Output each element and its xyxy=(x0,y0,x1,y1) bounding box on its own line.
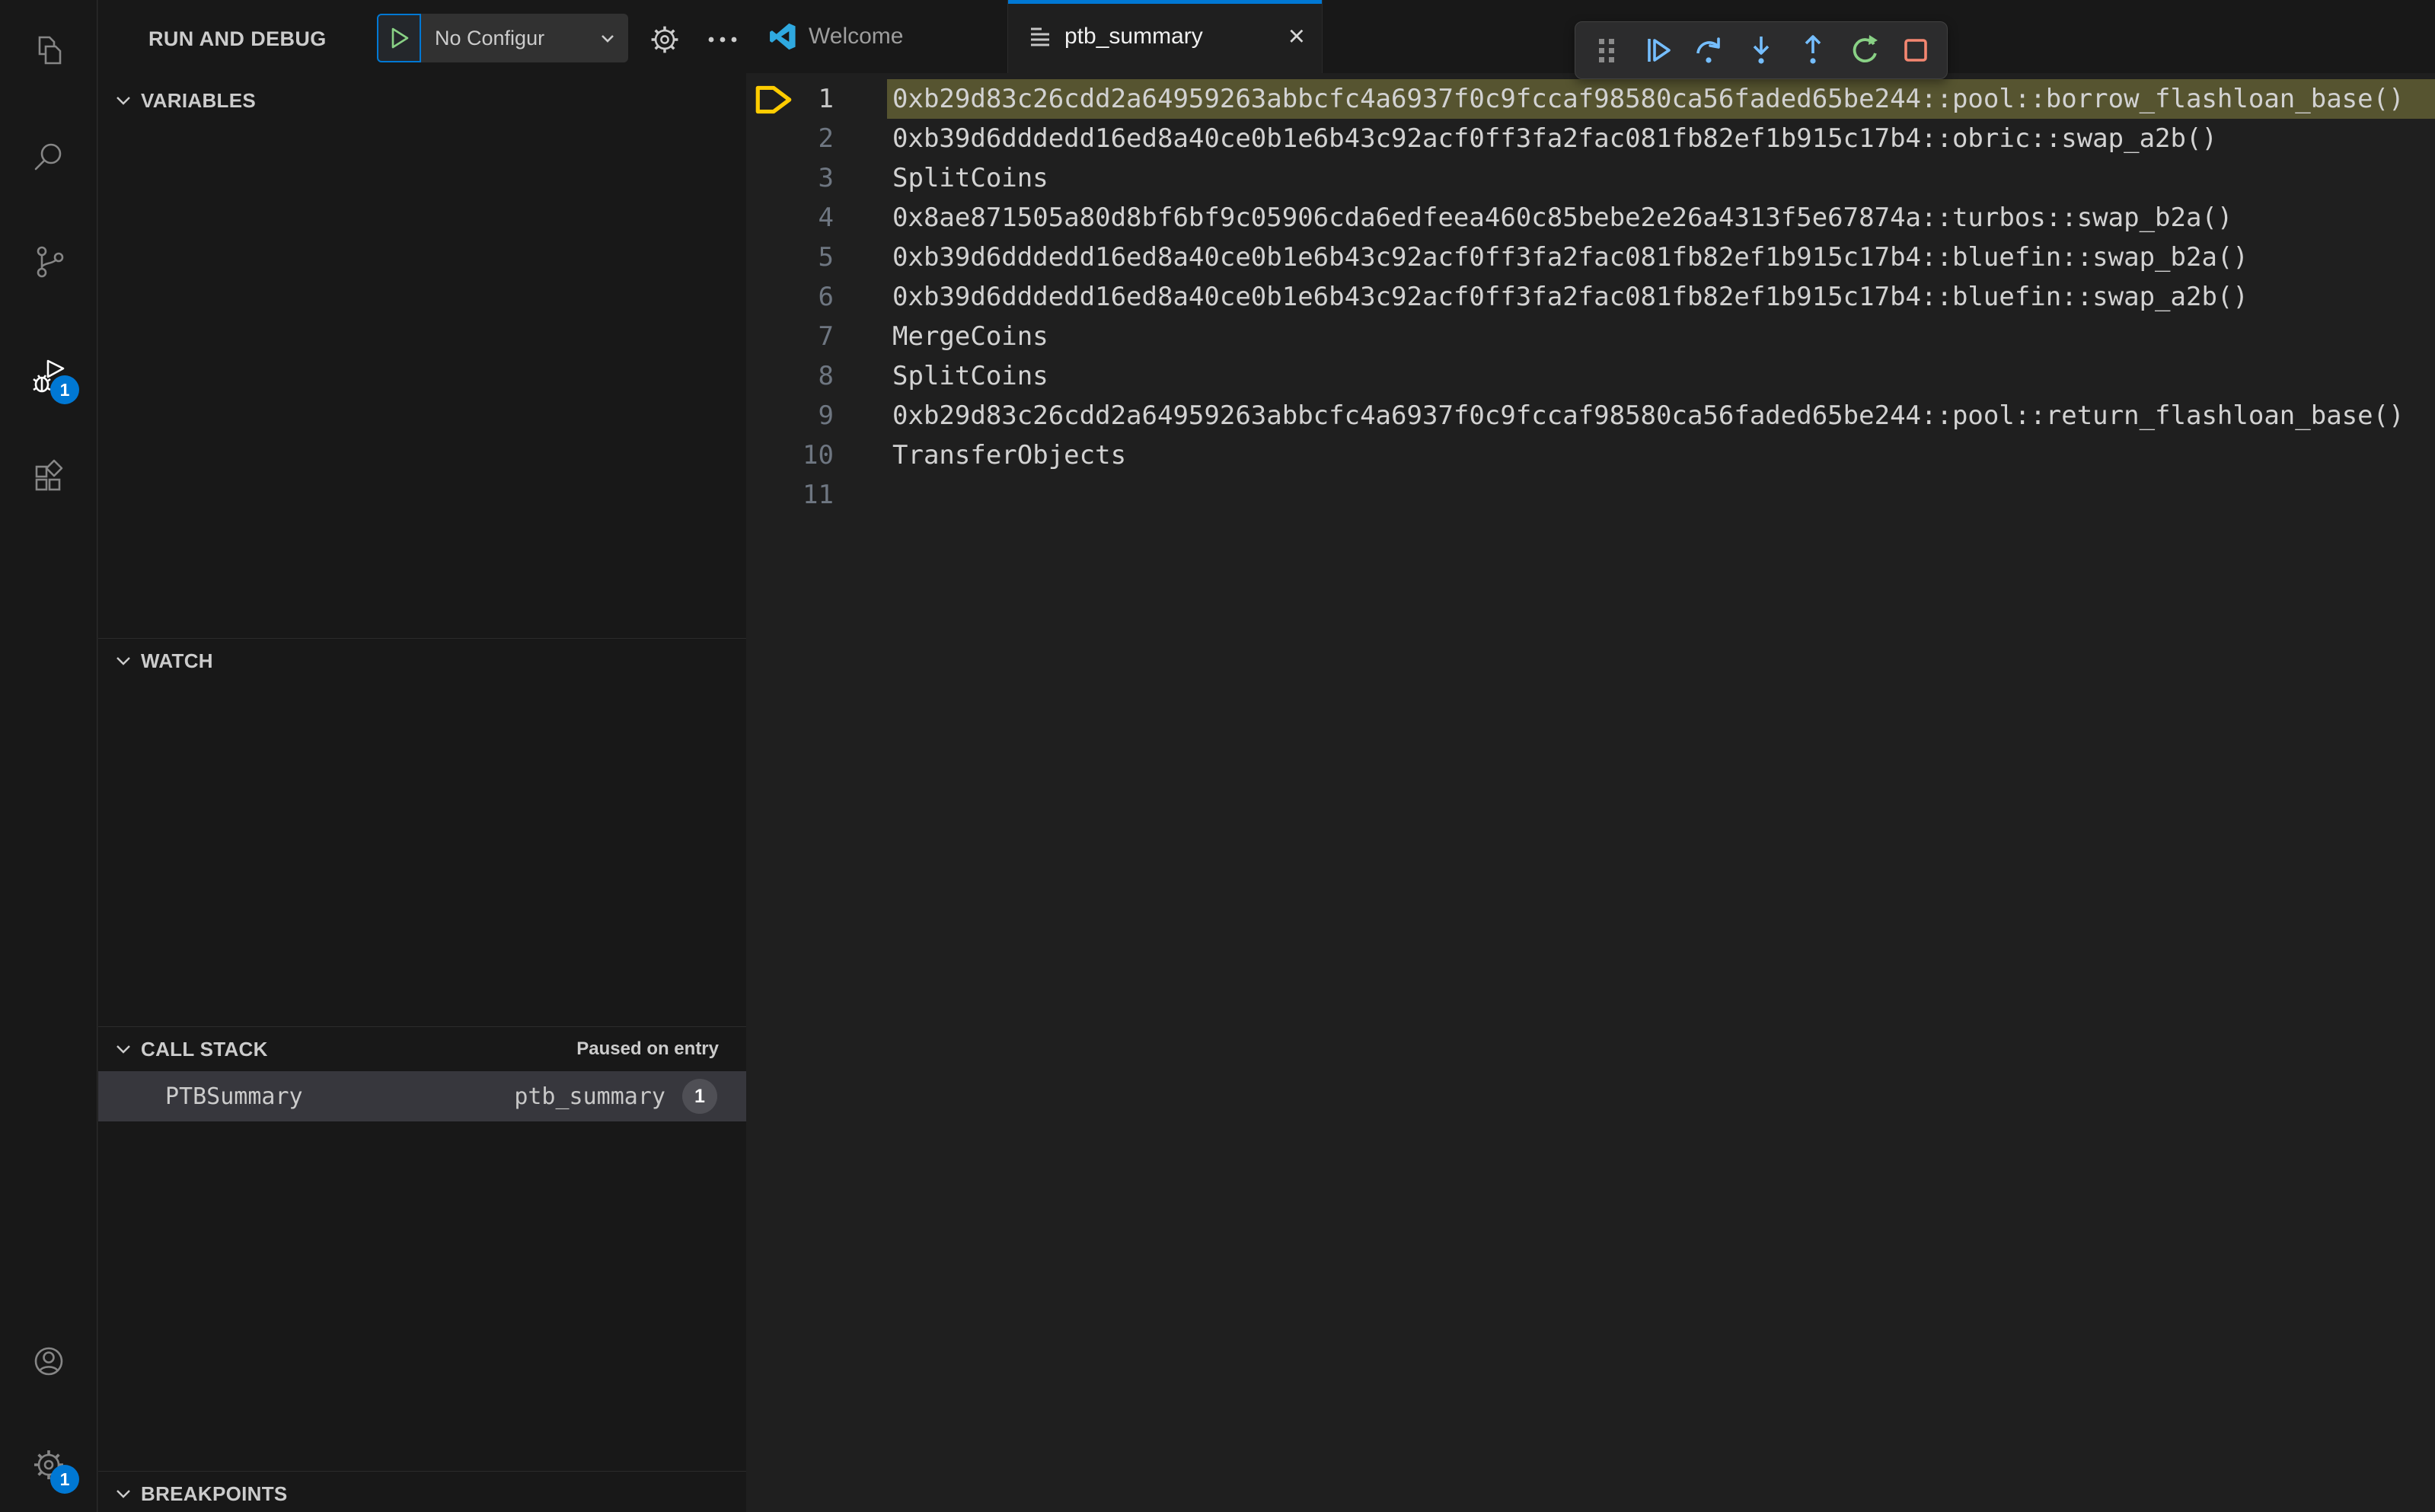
code-text: MergeCoins xyxy=(892,321,1048,352)
settings-gear-icon[interactable]: 1 xyxy=(27,1443,79,1494)
code-line-9[interactable]: 9 0xb29d83c26cdd2a64959263abbcfc4a6937f0c… xyxy=(746,396,2435,435)
code-line-8[interactable]: 8 SplitCoins xyxy=(746,356,2435,396)
line-number: 3 xyxy=(818,163,834,193)
line-number: 6 xyxy=(818,282,834,312)
code-editor[interactable]: 1 0xb29d83c26cdd2a64959263abbcfc4a6937f0c… xyxy=(746,73,2435,1512)
watch-section-label: WATCH xyxy=(141,649,213,672)
code-line-11[interactable]: 11 xyxy=(746,475,2435,515)
tab-welcome-label: Welcome xyxy=(809,24,904,49)
line-number: 8 xyxy=(818,361,834,391)
code-line-2[interactable]: 2 0xb39d6dddedd16ed8a40ce0b1e6b43c92acf0f… xyxy=(746,119,2435,158)
variables-section: VARIABLES xyxy=(98,78,746,123)
code-text: 0xb39d6dddedd16ed8a40ce0b1e6b43c92acf0ff… xyxy=(892,123,2217,154)
code-line-4[interactable]: 4 0x8ae871505a80d8bf6bf9c05906cda6edfeea4… xyxy=(746,198,2435,238)
code-text: 0xb39d6dddedd16ed8a40ce0b1e6b43c92acf0ff… xyxy=(892,242,2248,273)
stop-button[interactable] xyxy=(1895,29,1936,72)
tab-ptb-summary-label: ptb_summary xyxy=(1064,24,1203,49)
extensions-icon[interactable] xyxy=(27,455,70,498)
step-into-button[interactable] xyxy=(1741,29,1782,72)
vscode-logo-icon xyxy=(770,23,796,50)
sidebar-header: RUN AND DEBUG No Configur xyxy=(98,0,746,79)
code-line-6[interactable]: 6 0xb39d6dddedd16ed8a40ce0b1e6b43c92acf0f… xyxy=(746,277,2435,317)
debug-launch-group: No Configur xyxy=(377,14,628,62)
editor-group: Welcome ptb_summary × 1 0xb29d83c26cdd2a… xyxy=(746,0,2435,1512)
step-out-button[interactable] xyxy=(1792,29,1833,72)
more-actions-icon[interactable] xyxy=(706,29,739,50)
code-text: 0xb29d83c26cdd2a64959263abbcfc4a6937f0c9… xyxy=(892,400,2405,431)
variables-section-header[interactable]: VARIABLES xyxy=(98,78,746,123)
frame-source: ptb_summary xyxy=(514,1083,665,1110)
tab-welcome[interactable]: Welcome xyxy=(746,0,1008,73)
code-line-1[interactable]: 1 0xb29d83c26cdd2a64959263abbcfc4a6937f0c… xyxy=(746,79,2435,119)
line-number: 11 xyxy=(803,480,834,510)
line-number: 7 xyxy=(818,321,834,352)
watch-section: WATCH xyxy=(98,638,746,683)
call-stack-frame-row[interactable]: PTBSummary ptb_summary 1 xyxy=(98,1071,746,1121)
breakpoints-section-header[interactable]: BREAKPOINTS xyxy=(98,1472,746,1512)
call-stack-section-label: CALL STACK xyxy=(141,1037,268,1061)
debug-config-value: No Configur xyxy=(435,26,545,49)
sidebar-title: RUN AND DEBUG xyxy=(148,27,327,50)
line-number: 1 xyxy=(818,84,834,114)
chevron-down-icon xyxy=(602,35,614,43)
breakpoints-section: BREAKPOINTS xyxy=(98,1471,746,1512)
code-text: SplitCoins xyxy=(892,361,1048,391)
step-over-button[interactable] xyxy=(1689,29,1730,72)
chevron-down-icon xyxy=(116,1045,130,1054)
line-number: 5 xyxy=(818,242,834,273)
watch-section-header[interactable]: WATCH xyxy=(98,639,746,683)
run-and-debug-sidebar: RUN AND DEBUG No Configur VARIABLES WATC… xyxy=(98,0,746,1512)
debug-settings-gear-icon[interactable] xyxy=(648,23,681,56)
code-line-5[interactable]: 5 0xb39d6dddedd16ed8a40ce0b1e6b43c92acf0f… xyxy=(746,238,2435,277)
explorer-icon[interactable] xyxy=(27,30,70,72)
debug-badge: 1 xyxy=(50,375,79,404)
toolbar-drag-handle[interactable] xyxy=(1586,29,1627,72)
close-tab-icon[interactable]: × xyxy=(1288,22,1305,51)
chevron-down-icon xyxy=(116,1490,130,1498)
activity-bar: 1 1 xyxy=(0,0,97,1512)
account-icon[interactable] xyxy=(27,1340,70,1383)
call-stack-section: CALL STACK Paused on entry PTBSummary pt… xyxy=(98,1026,746,1471)
code-line-3[interactable]: 3 SplitCoins xyxy=(746,158,2435,198)
line-number: 10 xyxy=(803,440,834,471)
debug-config-dropdown[interactable]: No Configur xyxy=(421,14,628,62)
code-text: 0xb29d83c26cdd2a64959263abbcfc4a6937f0c9… xyxy=(892,84,2405,114)
line-number: 4 xyxy=(818,203,834,233)
breakpoints-section-label: BREAKPOINTS xyxy=(141,1482,288,1505)
code-text: 0xb39d6dddedd16ed8a40ce0b1e6b43c92acf0ff… xyxy=(892,282,2248,312)
debug-toolbar xyxy=(1575,21,1948,79)
code-text: TransferObjects xyxy=(892,440,1127,471)
editor-lines: 1 0xb29d83c26cdd2a64959263abbcfc4a6937f0c… xyxy=(746,79,2435,515)
start-debug-button[interactable] xyxy=(377,14,421,62)
variables-section-label: VARIABLES xyxy=(141,88,257,112)
line-number: 9 xyxy=(818,400,834,431)
frame-name: PTBSummary xyxy=(165,1083,303,1110)
frame-badge: 1 xyxy=(682,1079,717,1114)
list-file-icon xyxy=(1031,27,1049,46)
tab-ptb-summary[interactable]: ptb_summary × xyxy=(1008,0,1323,73)
restart-button[interactable] xyxy=(1844,29,1885,72)
code-line-10[interactable]: 10 TransferObjects xyxy=(746,435,2435,475)
code-line-7[interactable]: 7 MergeCoins xyxy=(746,317,2435,356)
code-text: 0x8ae871505a80d8bf6bf9c05906cda6edfeea46… xyxy=(892,203,2233,233)
settings-badge: 1 xyxy=(50,1465,79,1494)
line-number: 2 xyxy=(818,123,834,154)
continue-button[interactable] xyxy=(1638,29,1679,72)
chevron-down-icon xyxy=(116,657,130,665)
source-control-icon[interactable] xyxy=(27,240,70,282)
chevron-down-icon xyxy=(116,97,130,105)
call-stack-section-header[interactable]: CALL STACK Paused on entry xyxy=(98,1027,746,1071)
code-text: SplitCoins xyxy=(892,163,1048,193)
run-and-debug-icon[interactable]: 1 xyxy=(27,354,79,404)
paused-status: Paused on entry xyxy=(576,1038,719,1059)
search-icon[interactable] xyxy=(27,136,70,178)
